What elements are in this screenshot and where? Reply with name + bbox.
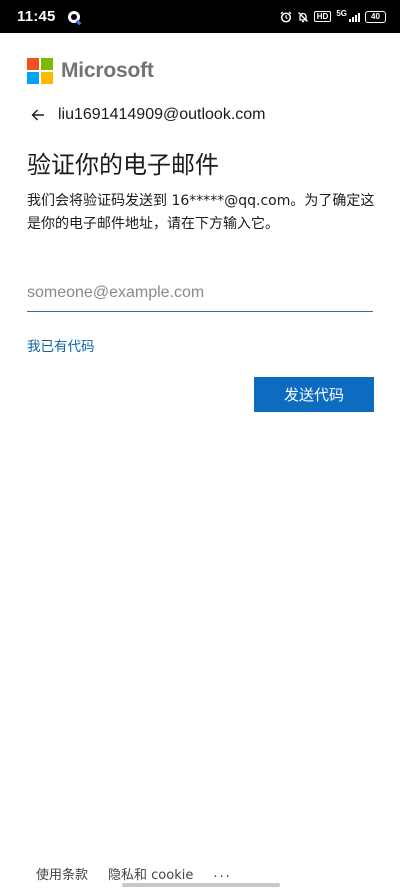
status-indicators: HD 5G 40 bbox=[280, 9, 386, 23]
identity-email: liu1691414909@outlook.com bbox=[58, 106, 266, 123]
more-options-button[interactable]: ... bbox=[213, 866, 231, 881]
hd-badge: HD bbox=[313, 11, 332, 22]
email-input[interactable] bbox=[27, 278, 373, 312]
privacy-link[interactable]: 隐私和 cookie bbox=[108, 864, 193, 883]
status-time: 11:45 bbox=[17, 8, 56, 25]
page-description: 我们会将验证码发送到 16*****@qq.com。为了确定这是你的电子邮件地址… bbox=[27, 193, 375, 232]
logo-square-red bbox=[27, 58, 39, 70]
battery-level: 40 bbox=[371, 11, 380, 21]
network-type: 5G bbox=[336, 9, 347, 18]
home-indicator[interactable] bbox=[122, 883, 280, 887]
status-bar: 11:45 HD 5G 40 bbox=[0, 0, 400, 33]
logo-square-blue bbox=[27, 72, 39, 84]
terms-link[interactable]: 使用条款 bbox=[36, 864, 88, 883]
identity-banner: liu1691414909@outlook.com bbox=[30, 106, 266, 124]
page-title: 验证你的电子邮件 bbox=[27, 151, 219, 179]
alarm-icon bbox=[280, 11, 292, 23]
search-app-notification-icon bbox=[67, 10, 80, 23]
logo-squares-icon bbox=[27, 58, 53, 84]
send-code-button[interactable]: 发送代码 bbox=[254, 377, 374, 412]
bell-off-icon bbox=[297, 11, 308, 22]
logo-square-green bbox=[41, 58, 53, 70]
brand-name: Microsoft bbox=[61, 59, 154, 82]
battery-icon: 40 bbox=[365, 10, 386, 23]
microsoft-logo: Microsoft bbox=[27, 58, 154, 84]
footer: 使用条款 隐私和 cookie ... bbox=[36, 864, 232, 883]
back-arrow-icon[interactable] bbox=[30, 107, 46, 123]
have-code-link[interactable]: 我已有代码 bbox=[27, 335, 95, 355]
signal-icon bbox=[349, 12, 360, 22]
logo-square-yellow bbox=[41, 72, 53, 84]
